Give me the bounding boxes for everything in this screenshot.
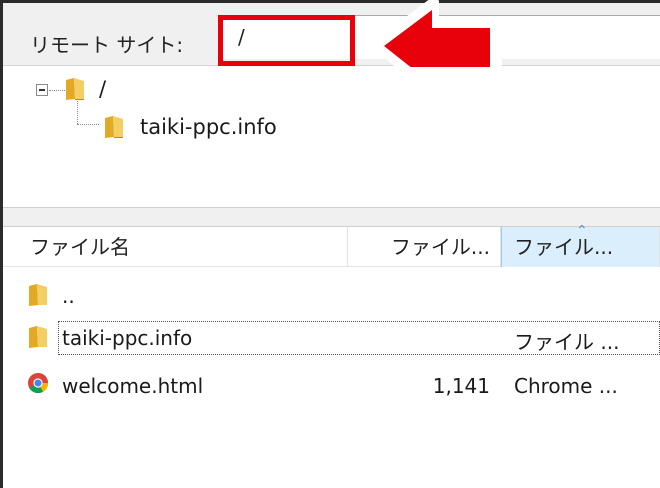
tree-connector (49, 90, 65, 91)
folder-icon (29, 284, 47, 306)
tree-node-root[interactable]: / (65, 77, 106, 101)
column-header-name[interactable]: ファイル名 (3, 227, 348, 267)
folder-icon (105, 116, 123, 138)
tree-root-label: / (99, 77, 107, 101)
chrome-icon (28, 373, 49, 394)
remote-site-label: リモート サイト: (30, 33, 184, 57)
collapse-toggle[interactable] (36, 84, 48, 96)
folder-icon (29, 326, 47, 348)
tree-child-label: taiki-ppc.info (140, 115, 277, 139)
pane-splitter[interactable] (3, 207, 660, 227)
file-name: .. (62, 284, 75, 308)
file-list-header: ファイル名 ファイル... ファイル... ⌃ (3, 223, 660, 267)
file-name: taiki-ppc.info (62, 326, 193, 350)
tree-node-child[interactable]: taiki-ppc.info (104, 115, 277, 139)
file-size: 1,141 (432, 374, 490, 398)
highlight-box (218, 15, 355, 66)
list-item[interactable]: welcome.html 1,141 Chrome ... (3, 367, 660, 403)
tree-connector (77, 124, 99, 125)
directory-tree: / taiki-ppc.info (3, 67, 660, 207)
file-name: welcome.html (62, 374, 204, 398)
file-type: ファイル ... (514, 330, 620, 354)
list-item[interactable]: .. (3, 277, 660, 313)
column-header-size[interactable]: ファイル... (348, 227, 501, 267)
file-list: ファイル名 ファイル... ファイル... ⌃ .. taiki-ppc.inf… (3, 223, 660, 488)
list-item[interactable]: taiki-ppc.info ファイル ... (3, 319, 660, 355)
tree-connector (77, 101, 78, 124)
sort-ascending-icon: ⌃ (576, 223, 588, 239)
folder-icon (66, 78, 84, 100)
file-type: Chrome ... (514, 374, 618, 398)
